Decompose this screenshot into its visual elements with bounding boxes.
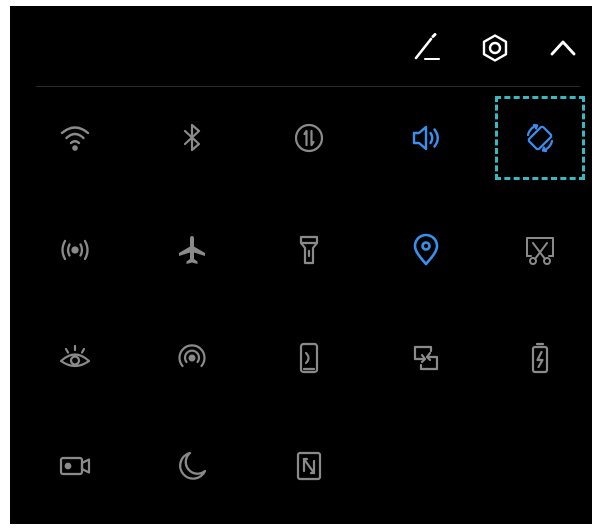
tile-eye-comfort[interactable] xyxy=(30,318,120,398)
tile-screen-recorder[interactable] xyxy=(30,426,120,506)
airplane-icon xyxy=(179,236,205,264)
tile-screen-cast[interactable] xyxy=(264,318,354,398)
tile-auto-rotate[interactable] xyxy=(495,98,585,178)
pencil-edit-icon xyxy=(414,33,440,60)
screen-recorder-icon xyxy=(59,456,91,476)
screen-cast-icon xyxy=(299,342,319,374)
mobile-data-icon xyxy=(294,123,324,153)
location-icon xyxy=(413,233,439,266)
tile-airplane-mode[interactable] xyxy=(147,210,237,290)
sound-icon xyxy=(412,125,439,151)
tile-mobile-data[interactable] xyxy=(264,98,354,178)
flashlight-icon xyxy=(299,235,319,265)
tile-screenshot[interactable] xyxy=(495,210,585,290)
tile-bluetooth[interactable] xyxy=(147,98,237,178)
hotspot-icon xyxy=(61,239,89,261)
data-sync-icon xyxy=(413,345,439,371)
tile-location[interactable] xyxy=(381,210,471,290)
auto-rotate-icon xyxy=(526,123,554,153)
tile-do-not-disturb[interactable] xyxy=(147,426,237,506)
tile-flashlight[interactable] xyxy=(264,210,354,290)
eye-comfort-icon xyxy=(59,344,91,368)
settings-button[interactable] xyxy=(475,28,515,68)
tile-nearby-share[interactable] xyxy=(147,318,237,398)
tile-nfc[interactable] xyxy=(264,426,354,506)
tile-battery-saver[interactable] xyxy=(495,318,585,398)
collapse-button[interactable] xyxy=(543,28,583,68)
nearby-share-icon xyxy=(178,344,206,368)
battery-saver-icon xyxy=(531,342,549,374)
tile-wifi[interactable] xyxy=(30,98,120,178)
tile-data-sync[interactable] xyxy=(381,318,471,398)
do-not-disturb-icon xyxy=(179,451,207,480)
tile-hotspot[interactable] xyxy=(30,210,120,290)
gear-icon xyxy=(482,34,508,62)
nfc-icon xyxy=(296,451,322,481)
edit-button[interactable] xyxy=(406,28,446,68)
wifi-icon xyxy=(60,126,90,151)
screenshot-icon xyxy=(526,237,554,265)
quick-settings-panel xyxy=(10,6,592,524)
chevron-up-icon xyxy=(550,40,576,56)
bluetooth-icon xyxy=(183,123,201,152)
tile-sound[interactable] xyxy=(381,98,471,178)
header-divider xyxy=(36,86,580,87)
